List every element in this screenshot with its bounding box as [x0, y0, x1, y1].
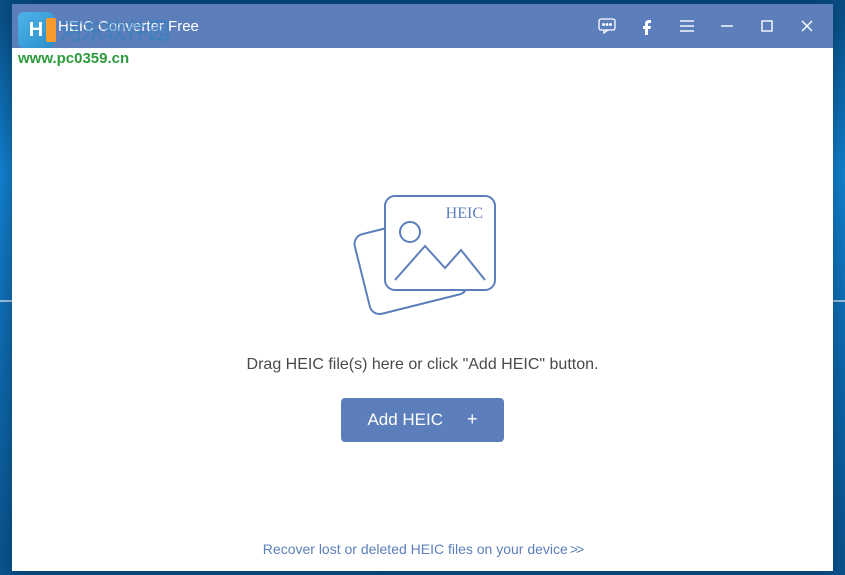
add-heic-button[interactable]: Add HEIC + — [341, 398, 503, 442]
add-heic-button-label: Add HEIC — [367, 410, 443, 430]
heic-illustration: HEIC — [333, 178, 513, 338]
feedback-icon[interactable] — [595, 14, 619, 38]
recover-link-text: Recover lost or deleted HEIC files on yo… — [263, 541, 568, 557]
app-title: HEIC Converter Free — [58, 18, 199, 35]
heic-badge-text: HEIC — [445, 205, 482, 222]
app-window: HEIC Converter Free — [12, 4, 833, 571]
plus-icon: + — [467, 409, 478, 430]
close-icon[interactable] — [795, 14, 819, 38]
titlebar-left: HEIC Converter Free — [26, 15, 199, 37]
main-dropzone[interactable]: HEIC Drag HEIC file(s) here or click "Ad… — [12, 48, 833, 571]
facebook-icon[interactable] — [635, 14, 659, 38]
maximize-icon[interactable] — [755, 14, 779, 38]
app-logo-icon — [26, 15, 48, 37]
titlebar-controls — [595, 14, 819, 38]
drop-instruction-text: Drag HEIC file(s) here or click "Add HEI… — [247, 356, 599, 374]
recover-link[interactable]: Recover lost or deleted HEIC files on yo… — [12, 541, 833, 557]
titlebar: HEIC Converter Free — [12, 4, 833, 48]
menu-icon[interactable] — [675, 14, 699, 38]
chevron-right-icon: >> — [570, 541, 582, 557]
minimize-icon[interactable] — [715, 14, 739, 38]
